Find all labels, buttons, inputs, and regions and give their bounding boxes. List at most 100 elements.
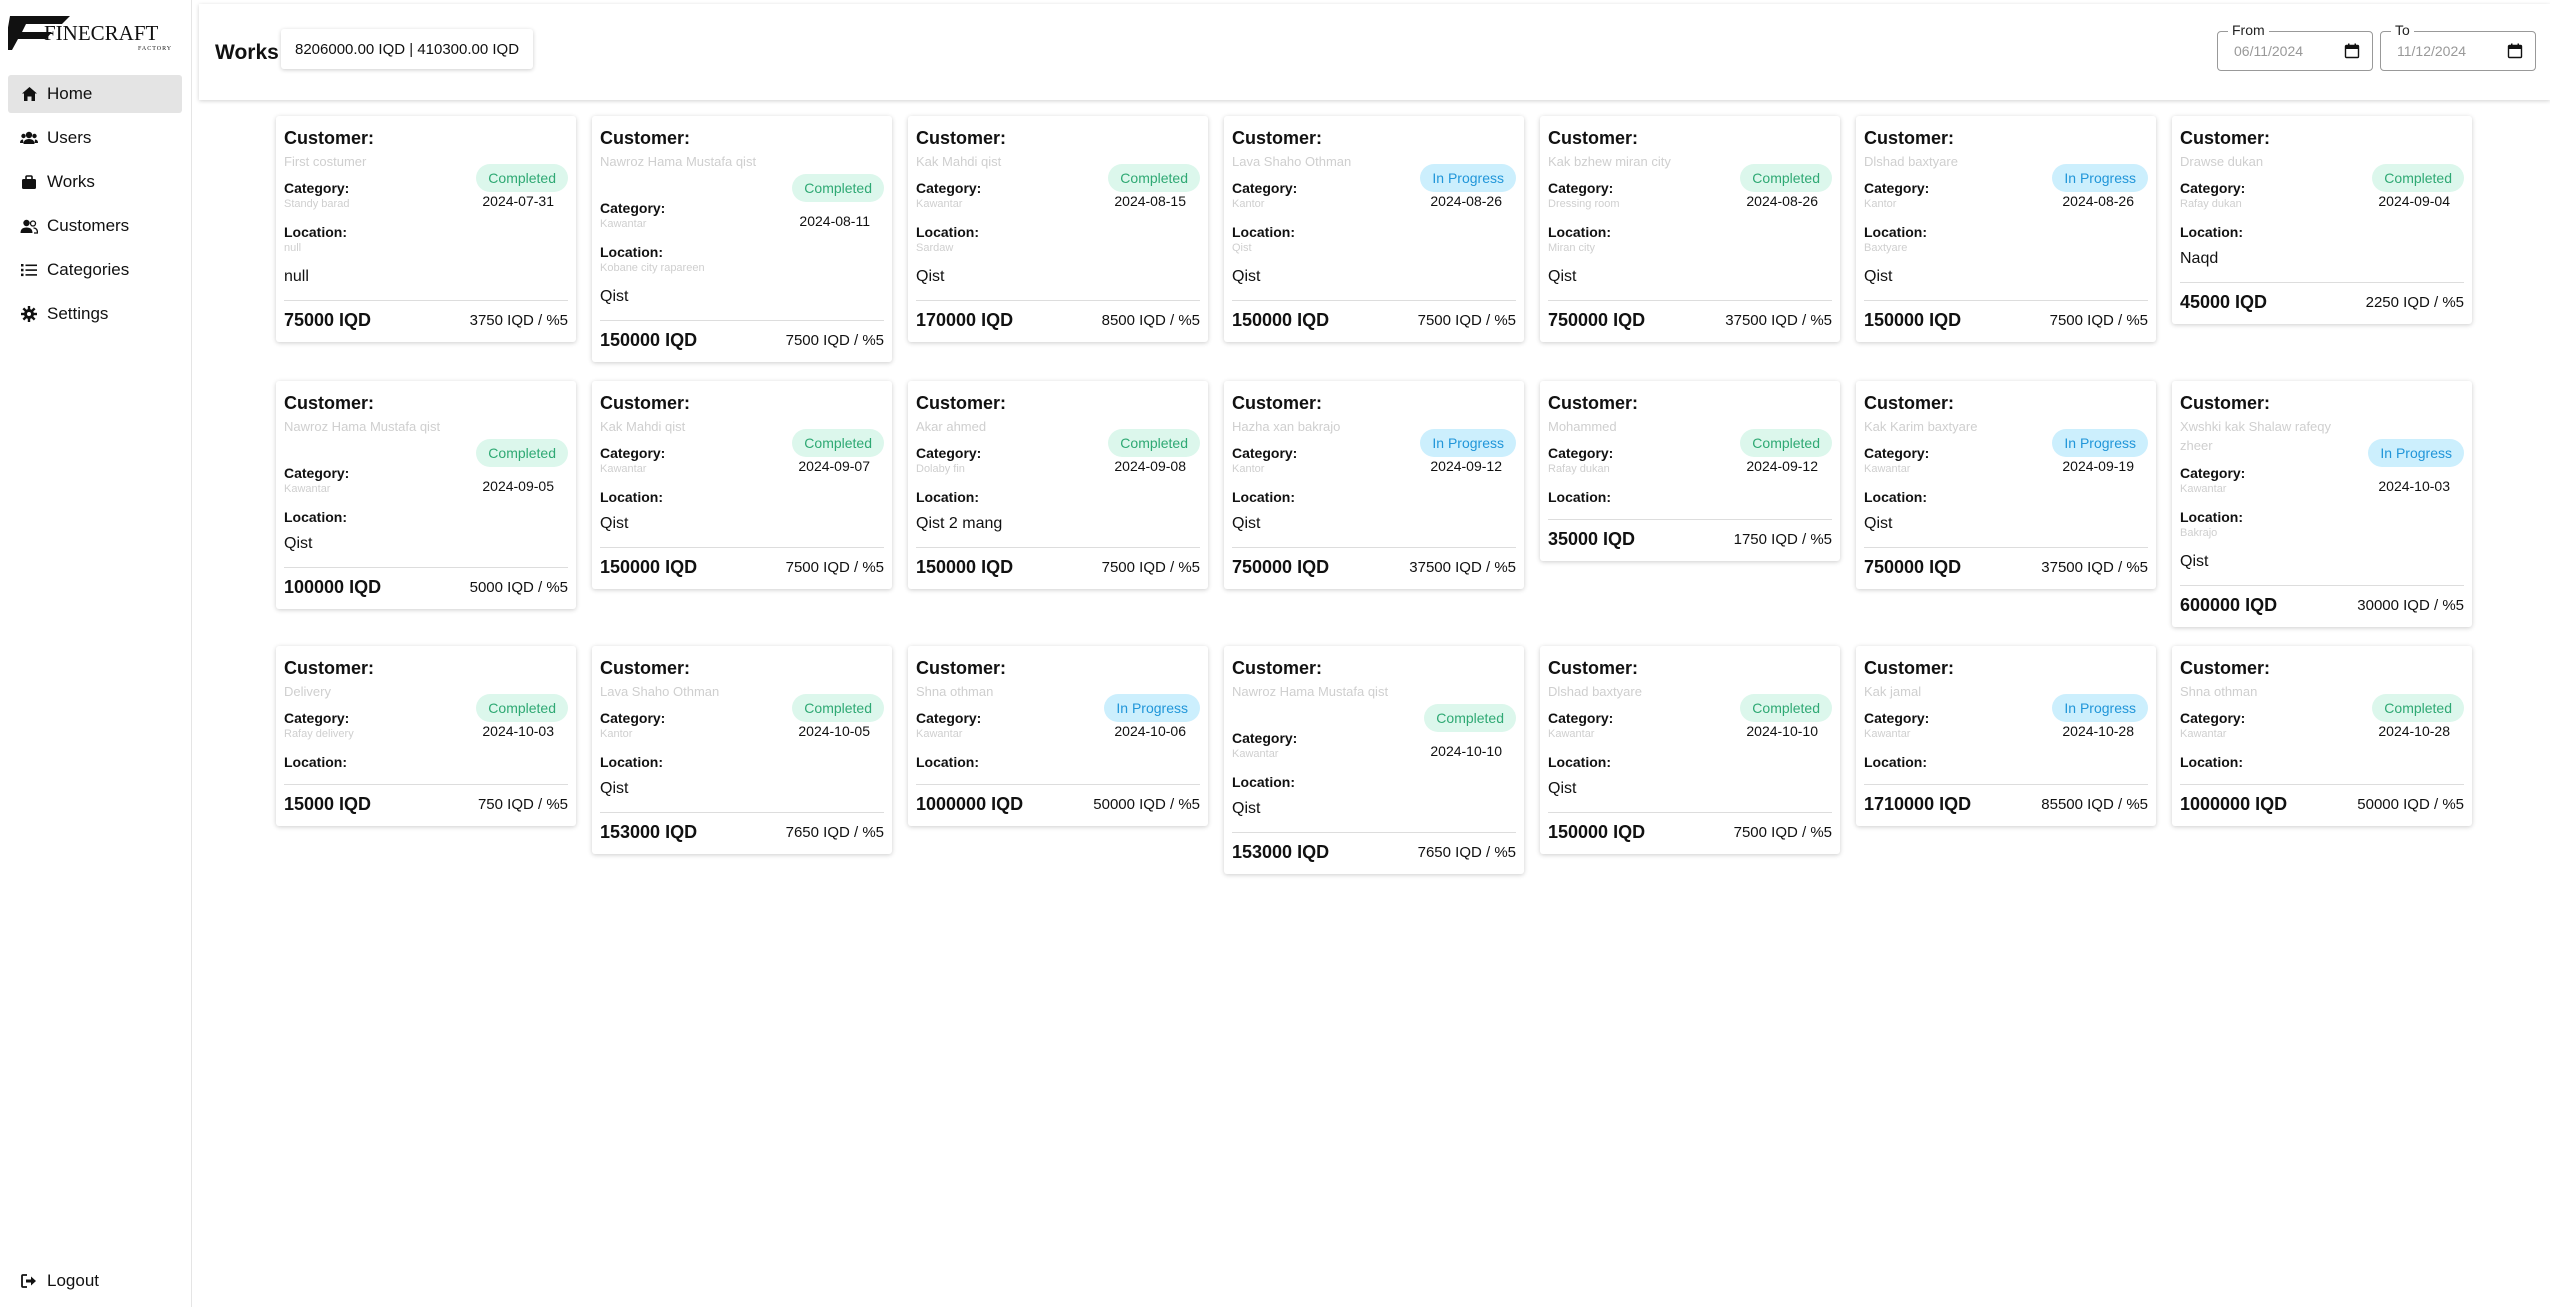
work-card[interactable]: Customer: Akar ahmed Completed Category: Dol… bbox=[908, 381, 1208, 589]
card-divider bbox=[284, 784, 568, 785]
card-divider bbox=[1232, 832, 1516, 833]
category-value: Kantor bbox=[1232, 198, 1265, 210]
customer-label: Customer: bbox=[600, 658, 691, 678]
work-card[interactable]: Customer: Kak bzhew miran city Completed Ca… bbox=[1540, 116, 1840, 342]
payment-type: Qist bbox=[1864, 515, 1893, 532]
status-badge: In Progress bbox=[1420, 429, 1516, 457]
status-badge: Completed bbox=[1108, 429, 1200, 457]
category-value: Kawantar bbox=[600, 463, 647, 475]
work-card[interactable]: Customer: Hazha xan bakrajo In Progress Cat… bbox=[1224, 381, 1524, 589]
location-label: Location: bbox=[600, 754, 663, 770]
work-card[interactable]: Customer: Lava Shaho Othman Completed Categ… bbox=[592, 646, 892, 854]
card-divider bbox=[1864, 300, 2148, 301]
payment-type: Qist bbox=[916, 268, 945, 285]
work-card[interactable]: Customer: Dlshad baxtyare In Progress Categ… bbox=[1856, 116, 2156, 342]
sidebar: FINECRAFT FACTORY Home Users Works Custo… bbox=[0, 0, 192, 1307]
work-date: 2024-08-26 bbox=[1746, 193, 1818, 209]
customer-label: Customer: bbox=[1232, 658, 1323, 678]
status-badge: Completed bbox=[1424, 704, 1516, 732]
category-label: Category: bbox=[284, 180, 350, 196]
finecraft-logo[interactable]: FINECRAFT FACTORY bbox=[4, 12, 184, 52]
work-date: 2024-10-03 bbox=[2378, 478, 2450, 494]
sidebar-item-customers[interactable]: Customers bbox=[8, 207, 182, 245]
category-value: Kawantar bbox=[1548, 728, 1595, 740]
calendar-icon[interactable] bbox=[2507, 43, 2523, 59]
work-date: 2024-09-07 bbox=[798, 458, 870, 474]
work-card[interactable]: Customer: Mohammed Completed Category: Rafay… bbox=[1540, 381, 1840, 561]
work-price: 150000 IQD bbox=[1864, 310, 1962, 330]
sidebar-item-label: Categories bbox=[47, 260, 130, 279]
sidebar-item-label: Works bbox=[47, 172, 95, 191]
card-divider bbox=[1232, 547, 1516, 548]
category-value: Kantor bbox=[1232, 463, 1265, 475]
logo-icon: FINECRAFT FACTORY bbox=[4, 16, 172, 52]
work-price: 1000000 IQD bbox=[916, 794, 1024, 814]
customer-label: Customer: bbox=[284, 393, 375, 413]
work-card[interactable]: Customer: Delivery Completed Category: Rafay… bbox=[276, 646, 576, 826]
work-card[interactable]: Customer: Kak Mahdi qist Completed Category… bbox=[908, 116, 1208, 342]
work-commission: 37500 IQD / %5 bbox=[1409, 559, 1516, 576]
sidebar-item-categories[interactable]: Categories bbox=[8, 251, 182, 289]
logout-button[interactable]: Logout bbox=[8, 1262, 182, 1300]
work-price: 600000 IQD bbox=[2180, 595, 2278, 615]
location-label: Location: bbox=[284, 509, 347, 525]
sidebar-item-label: Home bbox=[47, 84, 93, 103]
location-value: null bbox=[284, 242, 302, 254]
work-price: 150000 IQD bbox=[1232, 310, 1330, 330]
category-value: Kawantar bbox=[916, 198, 963, 210]
customer-label: Customer: bbox=[1548, 393, 1639, 413]
card-divider bbox=[284, 300, 568, 301]
work-date: 2024-10-10 bbox=[1430, 743, 1502, 759]
work-commission: 50000 IQD / %5 bbox=[1093, 796, 1200, 813]
work-card[interactable]: Customer: Nawroz Hama Mustafa qist Complet… bbox=[592, 116, 892, 362]
work-commission: 7650 IQD / %5 bbox=[785, 824, 884, 841]
category-label: Category: bbox=[916, 445, 982, 461]
work-commission: 50000 IQD / %5 bbox=[2357, 796, 2464, 813]
category-value: Kawantar bbox=[2180, 483, 2227, 495]
work-card[interactable]: Customer: Nawroz Hama Mustafa qist Complet… bbox=[1224, 646, 1524, 874]
work-card[interactable]: Customer: Xwshki kak Shalaw rafeqy zheer I… bbox=[2172, 381, 2472, 627]
location-label: Location: bbox=[1232, 489, 1295, 505]
location-label: Location: bbox=[916, 489, 979, 505]
work-card[interactable]: Customer: Nawroz Hama Mustafa qist Complet… bbox=[276, 381, 576, 609]
work-card[interactable]: Customer: Drawse dukan Completed Category: R… bbox=[2172, 116, 2472, 324]
work-date: 2024-10-28 bbox=[2378, 723, 2450, 739]
category-value: Kawantar bbox=[1232, 748, 1279, 760]
work-price: 750000 IQD bbox=[1548, 310, 1646, 330]
logo-subtext: FACTORY bbox=[138, 46, 172, 52]
work-card[interactable]: Customer: Shna othman Completed Category: Ka… bbox=[2172, 646, 2472, 826]
location-label: Location: bbox=[1864, 754, 1927, 770]
location-label: Location: bbox=[2180, 754, 2243, 770]
card-divider bbox=[2180, 585, 2464, 586]
work-card[interactable]: Customer: Kak Karim baxtyare In Progress Ca… bbox=[1856, 381, 2156, 589]
work-card[interactable]: Customer: Dlshad baxtyare Completed Categor… bbox=[1540, 646, 1840, 854]
from-date-value: 06/11/2024 bbox=[2234, 43, 2304, 59]
work-commission: 7500 IQD / %5 bbox=[785, 332, 884, 349]
work-date: 2024-10-10 bbox=[1746, 723, 1818, 739]
payment-type: null bbox=[284, 268, 309, 285]
status-badge: Completed bbox=[476, 694, 568, 722]
work-card[interactable]: Customer: Shna othman In Progress Category:… bbox=[908, 646, 1208, 826]
to-date-input[interactable]: To 11/12/2024 bbox=[2380, 22, 2536, 71]
calendar-icon[interactable] bbox=[2344, 43, 2360, 59]
sidebar-item-users[interactable]: Users bbox=[8, 119, 182, 157]
customer-name: Akar ahmed bbox=[916, 419, 987, 434]
customer-label: Customer: bbox=[916, 128, 1007, 148]
category-label: Category: bbox=[1548, 445, 1614, 461]
work-card[interactable]: Customer: First costumer Completed Category… bbox=[276, 116, 576, 342]
status-badge: Completed bbox=[1108, 164, 1200, 192]
work-date: 2024-10-06 bbox=[1114, 723, 1186, 739]
sidebar-item-works[interactable]: Works bbox=[8, 163, 182, 201]
work-card[interactable]: Customer: Kak Mahdi qist Completed Category… bbox=[592, 381, 892, 589]
status-badge: In Progress bbox=[2368, 439, 2464, 467]
category-value: Standy barad bbox=[284, 198, 350, 210]
sidebar-item-settings[interactable]: Settings bbox=[8, 295, 182, 333]
sidebar-item-home[interactable]: Home bbox=[8, 75, 182, 113]
card-divider bbox=[2180, 282, 2464, 283]
card-divider bbox=[916, 784, 1200, 785]
card-divider bbox=[1232, 300, 1516, 301]
sidebar-item-label: Customers bbox=[47, 216, 130, 235]
work-card[interactable]: Customer: Kak jamal In Progress Category: Ka… bbox=[1856, 646, 2156, 826]
from-date-input[interactable]: From 06/11/2024 bbox=[2217, 22, 2373, 71]
work-card[interactable]: Customer: Lava Shaho Othman In Progress Cat… bbox=[1224, 116, 1524, 342]
